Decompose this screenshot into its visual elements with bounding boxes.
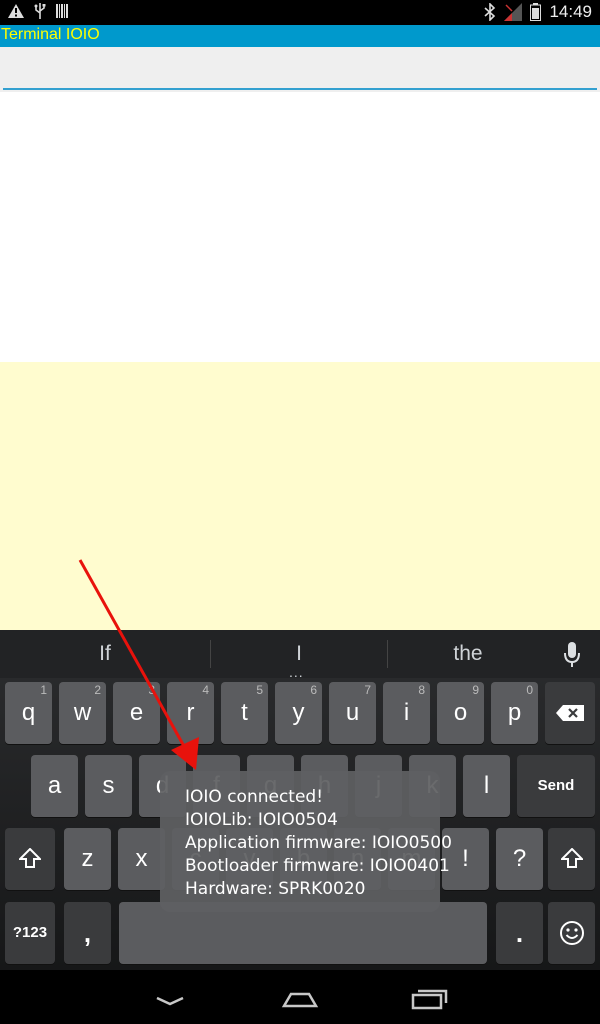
shift-key-right[interactable] xyxy=(548,828,595,890)
key-q[interactable]: q1 xyxy=(5,682,52,744)
key-question[interactable]: ? xyxy=(496,828,543,890)
content-area xyxy=(0,92,600,362)
suggestion-strip: If I ... the xyxy=(0,630,600,680)
smiley-icon xyxy=(559,921,584,945)
key-label: o xyxy=(453,699,468,726)
toast-line: IOIO connected! xyxy=(185,787,324,807)
shift-icon xyxy=(559,847,584,868)
toast-line: Application firmware: IOIO0500 xyxy=(185,833,452,853)
recents-icon[interactable] xyxy=(405,984,455,1012)
send-key[interactable]: Send xyxy=(517,755,595,817)
more-suggestions-icon: ... xyxy=(289,664,304,680)
key-label: y xyxy=(292,699,305,726)
back-icon[interactable] xyxy=(145,984,195,1012)
key-r[interactable]: r4 xyxy=(167,682,214,744)
emoji-key[interactable] xyxy=(548,902,595,964)
app-title-bar: Terminal IOIO xyxy=(0,25,600,47)
key-y[interactable]: y6 xyxy=(275,682,322,744)
battery-icon xyxy=(530,3,542,21)
microphone-icon[interactable] xyxy=(562,642,582,668)
comma-key[interactable]: , xyxy=(64,902,111,964)
key-hint: 6 xyxy=(310,683,317,697)
key-label: e xyxy=(129,699,144,726)
key-hint: 0 xyxy=(526,683,533,697)
command-input[interactable] xyxy=(3,47,597,90)
key-hint: 7 xyxy=(364,683,371,697)
toast-line: Bootloader firmware: IOIO0401 xyxy=(185,856,450,876)
key-hint: 2 xyxy=(94,683,101,697)
key-label: u xyxy=(345,699,360,726)
navigation-bar xyxy=(0,970,600,1024)
key-s[interactable]: s xyxy=(85,755,132,817)
key-label: t xyxy=(241,699,248,726)
home-icon[interactable] xyxy=(275,984,325,1012)
key-z[interactable]: z xyxy=(64,828,111,890)
shift-key-left[interactable] xyxy=(5,828,55,890)
key-l[interactable]: l xyxy=(463,755,510,817)
period-key[interactable]: . xyxy=(496,902,543,964)
bluetooth-icon xyxy=(484,3,496,21)
key-hint: 5 xyxy=(256,683,263,697)
backspace-key[interactable] xyxy=(545,682,595,744)
key-hint: 9 xyxy=(472,683,479,697)
key-x[interactable]: x xyxy=(118,828,165,890)
connection-toast: IOIO connected! IOIOLib: IOIO0504 Applic… xyxy=(160,771,452,912)
toast-line: Hardware: SPRK0020 xyxy=(185,879,366,899)
suggestion-3[interactable]: the xyxy=(388,630,548,678)
clock: 14:49 xyxy=(549,2,592,21)
app-title: Terminal IOIO xyxy=(1,26,100,43)
key-hint: 8 xyxy=(418,683,425,697)
symbols-key[interactable]: ?123 xyxy=(5,902,55,964)
key-u[interactable]: u7 xyxy=(329,682,376,744)
key-label: i xyxy=(403,699,410,726)
key-i[interactable]: i8 xyxy=(383,682,430,744)
key-w[interactable]: w2 xyxy=(59,682,106,744)
key-hint: 1 xyxy=(40,683,47,697)
key-label: p xyxy=(507,699,522,726)
key-e[interactable]: e3 xyxy=(113,682,160,744)
key-a[interactable]: a xyxy=(31,755,78,817)
command-input-container xyxy=(0,47,600,92)
key-label: q xyxy=(21,699,36,726)
terminal-output-area[interactable] xyxy=(0,362,600,630)
barcode-icon xyxy=(56,4,68,18)
key-t[interactable]: t5 xyxy=(221,682,268,744)
shift-icon xyxy=(17,847,43,868)
key-hint: 4 xyxy=(202,683,209,697)
warning-icon xyxy=(8,4,24,18)
key-label: w xyxy=(73,699,92,726)
signal-icon xyxy=(504,3,523,21)
usb-icon xyxy=(34,3,46,19)
status-bar: 14:49 xyxy=(0,0,600,25)
toast-line: IOIOLib: IOIO0504 xyxy=(185,810,338,830)
key-o[interactable]: o9 xyxy=(437,682,484,744)
key-p[interactable]: p0 xyxy=(491,682,538,744)
key-label: r xyxy=(186,699,195,726)
suggestion-1[interactable]: If xyxy=(0,630,210,678)
key-hint: 3 xyxy=(148,683,155,697)
backspace-icon xyxy=(556,705,584,721)
